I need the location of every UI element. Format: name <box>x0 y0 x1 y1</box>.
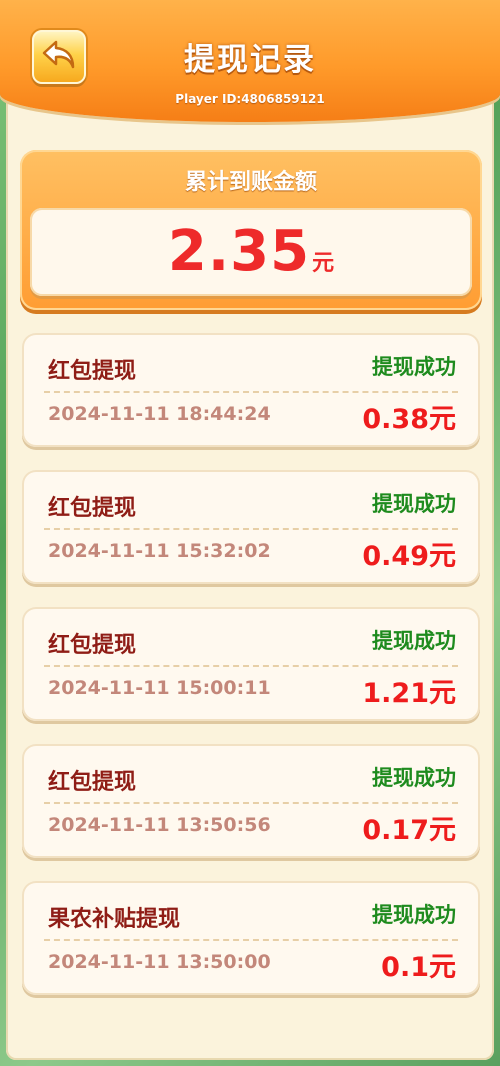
record-name: 红包提现 <box>48 359 137 384</box>
record-item: 红包提现 提现成功 2024-11-11 18:44:24 0.38元 <box>22 333 480 447</box>
page-title: 提现记录 <box>184 42 316 78</box>
record-time: 2024-11-11 13:50:56 <box>48 814 271 836</box>
record-divider <box>44 528 458 530</box>
record-status: 提现成功 <box>372 492 456 516</box>
total-card: 累计到账金额 2.35元 <box>20 150 482 310</box>
record-item: 红包提现 提现成功 2024-11-11 15:00:11 1.21元 <box>22 607 480 721</box>
record-time: 2024-11-11 15:32:02 <box>48 540 271 562</box>
total-label: 累计到账金额 <box>184 170 317 195</box>
record-name: 红包提现 <box>48 770 137 795</box>
record-divider <box>44 802 458 804</box>
record-amount: 0.49元 <box>362 541 456 572</box>
total-unit: 元 <box>312 251 335 276</box>
record-item: 红包提现 提现成功 2024-11-11 13:50:56 0.17元 <box>22 744 480 858</box>
record-divider <box>44 665 458 667</box>
record-status: 提现成功 <box>372 903 456 927</box>
record-status: 提现成功 <box>372 355 456 379</box>
record-amount: 1.21元 <box>362 678 456 709</box>
record-amount: 0.38元 <box>362 404 456 435</box>
record-item: 果农补贴提现 提现成功 2024-11-11 13:50:00 0.1元 <box>22 881 480 995</box>
record-divider <box>44 939 458 941</box>
total-amount: 2.35 <box>167 219 311 284</box>
header-bar: 提现记录 Player ID:4806859121 <box>0 0 500 122</box>
record-time: 2024-11-11 13:50:00 <box>48 951 271 973</box>
record-time: 2024-11-11 18:44:24 <box>48 403 271 425</box>
record-name: 果农补贴提现 <box>48 907 181 932</box>
record-status: 提现成功 <box>372 629 456 653</box>
record-status: 提现成功 <box>372 766 456 790</box>
total-amount-box: 2.35元 <box>30 208 472 296</box>
record-name: 红包提现 <box>48 496 137 521</box>
record-amount: 0.1元 <box>381 952 456 983</box>
record-time: 2024-11-11 15:00:11 <box>48 677 271 699</box>
record-name: 红包提现 <box>48 633 137 658</box>
player-id: Player ID:4806859121 <box>175 92 325 106</box>
record-item: 红包提现 提现成功 2024-11-11 15:32:02 0.49元 <box>22 470 480 584</box>
record-divider <box>44 391 458 393</box>
record-amount: 0.17元 <box>362 815 456 846</box>
